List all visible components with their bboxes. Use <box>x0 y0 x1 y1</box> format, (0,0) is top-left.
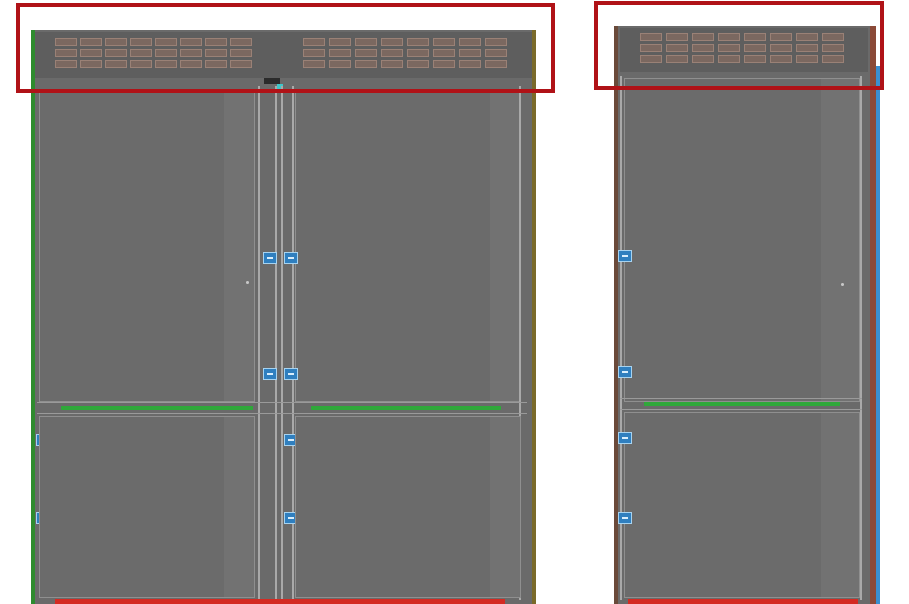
door-shade <box>224 91 254 401</box>
lower-left-door[interactable] <box>39 416 255 598</box>
lower-door[interactable] <box>624 412 860 598</box>
hinge-icon <box>618 512 632 524</box>
center-rail <box>281 86 283 600</box>
hinge-icon <box>284 252 298 264</box>
base-plinth <box>55 599 505 604</box>
handle-dot <box>841 283 844 286</box>
hinge-icon <box>618 366 632 378</box>
single-cabinet-unit <box>614 26 880 604</box>
highlight-box-top-right <box>594 1 884 90</box>
divider-frame <box>620 398 862 410</box>
hinge-icon <box>284 368 298 380</box>
side-rail <box>860 76 862 600</box>
upper-left-door[interactable] <box>39 90 255 402</box>
hinge-icon <box>618 432 632 444</box>
right-frame-edge <box>532 30 536 604</box>
door-shade <box>224 417 254 597</box>
upper-door[interactable] <box>624 78 860 402</box>
hinge-icon <box>263 252 277 264</box>
outer-edge <box>876 66 880 604</box>
center-rail <box>275 86 277 600</box>
door-shade <box>821 79 859 401</box>
handle-dot <box>246 281 249 284</box>
base-plinth <box>628 599 858 604</box>
door-shade <box>490 417 520 597</box>
center-rail <box>258 86 260 600</box>
hinge-icon <box>263 368 277 380</box>
highlight-box-top-left <box>16 3 555 93</box>
door-shade <box>490 91 520 401</box>
lower-right-door[interactable] <box>295 416 521 598</box>
door-shade <box>821 413 859 597</box>
hinge-icon <box>618 250 632 262</box>
double-cabinet-unit <box>31 30 536 604</box>
upper-right-door[interactable] <box>295 90 521 402</box>
left-frame-edge <box>31 30 35 604</box>
divider-frame <box>37 402 527 414</box>
